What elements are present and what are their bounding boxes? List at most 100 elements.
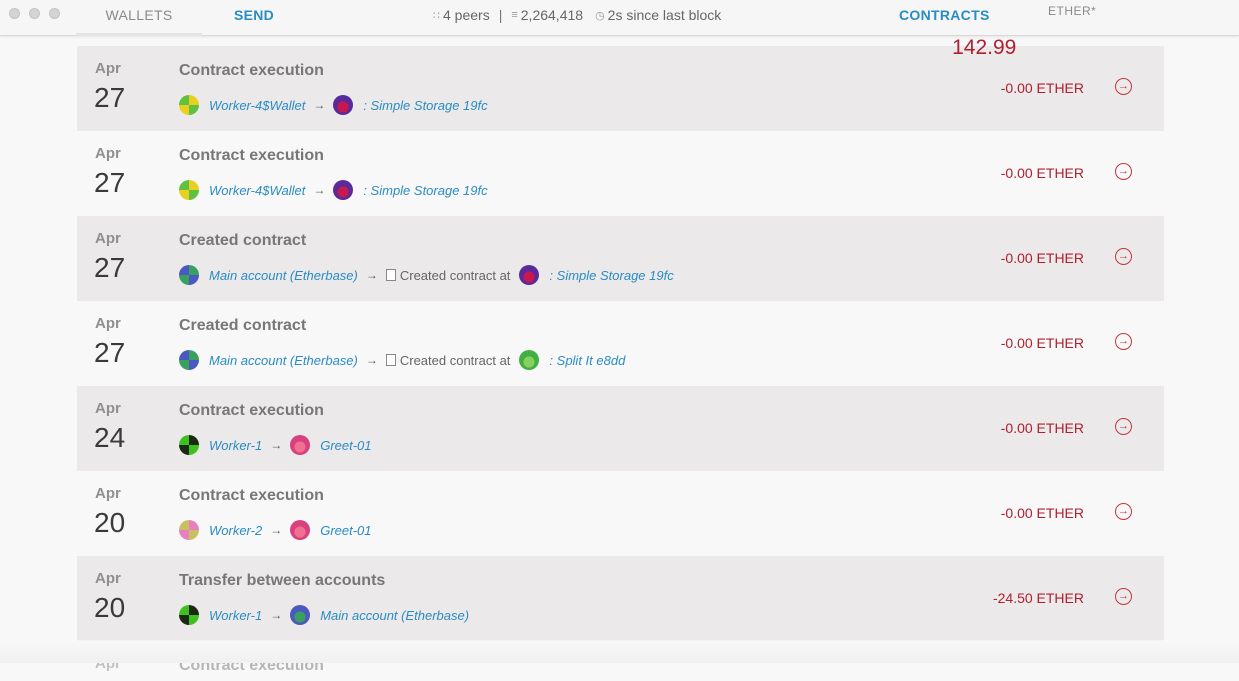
to-identicon xyxy=(333,95,354,115)
date-month: Apr xyxy=(95,485,121,502)
last-block-time: 2s since last block xyxy=(607,7,722,23)
date-day: 27 xyxy=(94,337,126,368)
from-account-link[interactable]: Worker-4$Wallet xyxy=(209,183,305,198)
clock-icon: ◷ xyxy=(595,9,605,22)
transaction-row[interactable]: Apr 20 Transfer between accounts Worker-1 → M… xyxy=(77,556,1164,641)
from-account-link[interactable]: Worker-1 xyxy=(209,438,262,453)
transaction-parties: Worker-2 → Greet-01 xyxy=(179,520,372,540)
created-contract-at: Created contract at xyxy=(385,267,511,283)
peers-count: 4 peers xyxy=(443,7,490,23)
date-month: Apr xyxy=(95,145,121,162)
from-identicon xyxy=(179,435,199,455)
to-account-link[interactable]: : Split It e8dd xyxy=(549,353,625,368)
blocks-icon: ≡ xyxy=(511,9,518,21)
total-balance: 142.99 ETHER* xyxy=(952,2,1097,59)
date-day: 20 xyxy=(94,507,126,538)
date-month: Apr xyxy=(95,400,121,417)
date-day: 27 xyxy=(94,167,126,198)
from-account-link[interactable]: Main account (Etherbase) xyxy=(209,353,358,368)
date-month: Apr xyxy=(95,315,121,332)
date-day: 27 xyxy=(94,252,126,283)
to-identicon xyxy=(333,180,354,200)
to-identicon xyxy=(519,265,540,285)
transaction-parties: Worker-4$Wallet → : Simple Storage 19fc xyxy=(179,180,488,200)
transaction-amount: -0.00 ETHER xyxy=(1000,250,1084,266)
arrow-circle-right-icon[interactable]: → xyxy=(1115,418,1132,435)
arrow-circle-right-icon[interactable]: → xyxy=(1115,163,1132,180)
arrow-circle-right-icon[interactable]: → xyxy=(1115,248,1132,265)
from-account-link[interactable]: Worker-4$Wallet xyxy=(209,98,305,113)
to-identicon xyxy=(519,350,540,370)
to-account-link[interactable]: Greet-01 xyxy=(320,523,371,538)
transaction-parties: Main account (Etherbase) → Created contrac… xyxy=(179,265,674,285)
arrow-circle-right-icon[interactable]: → xyxy=(1115,333,1132,350)
status-divider: | xyxy=(498,7,503,23)
tab-contracts[interactable]: CONTRACTS xyxy=(899,7,990,23)
date-day: 20 xyxy=(94,592,126,623)
arrow-circle-right-icon[interactable]: → xyxy=(1115,588,1132,605)
block-number: 2,264,418 xyxy=(520,7,584,23)
arrow-right-icon: → xyxy=(313,98,326,112)
transaction-list: Apr 27 Contract execution Worker-4$Wallet →:… xyxy=(77,46,1164,681)
balance-amount: 142.99 xyxy=(952,36,1017,59)
date-month: Apr xyxy=(95,60,121,77)
transaction-parties: Worker-1 → Main account (Etherbase) xyxy=(179,605,469,625)
transaction-row[interactable]: Apr 24 Contract execution Worker-1 → Greet-01… xyxy=(77,386,1164,471)
transaction-row[interactable]: Apr 27 Created contract Main account (Ether… xyxy=(77,216,1164,301)
from-account-link[interactable]: Worker-1 xyxy=(209,608,262,623)
created-contract-at: Created contract at xyxy=(385,353,510,368)
arrow-circle-right-icon[interactable]: → xyxy=(1115,503,1132,520)
from-identicon xyxy=(179,95,199,115)
date-month: Apr xyxy=(95,570,121,587)
to-account-link[interactable]: : Simple Storage 19fc xyxy=(363,98,487,113)
to-account-link[interactable]: : Simple Storage 19fc xyxy=(549,268,673,283)
to-identicon xyxy=(290,520,311,540)
transaction-parties: Worker-4$Wallet → : Simple Storage 19fc xyxy=(179,95,488,115)
to-identicon xyxy=(290,605,311,625)
tab-send[interactable]: SEND xyxy=(234,7,274,23)
transaction-row[interactable]: Apr 27 Contract execution Worker-4$Wallet →:… xyxy=(77,131,1164,216)
top-bar: WALLETS SEND ∷ 4 peers | ≡ 2,264,418 ◷ 2… xyxy=(0,0,1239,59)
bottom-fade xyxy=(0,640,1239,663)
to-account-link[interactable]: Main account (Etherbase) xyxy=(320,608,469,623)
peers-icon: ∷ xyxy=(433,9,440,22)
balance-unit: ETHER* xyxy=(1048,4,1097,18)
transaction-title: Created contract xyxy=(179,232,307,249)
from-account-link[interactable]: Worker-2 xyxy=(209,523,262,538)
arrow-circle-right-icon[interactable]: → xyxy=(1115,78,1132,95)
arrow-right-icon: → xyxy=(270,608,283,622)
document-icon xyxy=(385,354,396,366)
transaction-title: Contract execution xyxy=(179,62,324,79)
from-identicon xyxy=(179,350,199,370)
transaction-amount: -0.00 ETHER xyxy=(1000,80,1084,96)
document-icon xyxy=(385,269,396,281)
network-status: ∷ 4 peers | ≡ 2,264,418 ◷ 2s since last … xyxy=(433,7,721,23)
transaction-amount: -0.00 ETHER xyxy=(1000,420,1084,436)
transaction-title: Transfer between accounts xyxy=(179,572,386,589)
arrow-right-icon: → xyxy=(365,353,378,367)
tab-wallets[interactable]: WALLETS xyxy=(76,7,202,36)
created-contract-label: Created contract at xyxy=(399,267,511,283)
arrow-right-icon: → xyxy=(313,183,326,197)
transaction-amount: -24.50 ETHER xyxy=(992,590,1084,606)
transaction-amount: -0.00 ETHER xyxy=(1000,505,1084,521)
to-account-link[interactable]: : Simple Storage 19fc xyxy=(363,183,487,198)
transaction-title: Contract execution xyxy=(179,487,324,504)
from-identicon xyxy=(179,605,199,625)
from-account-link[interactable]: Main account (Etherbase) xyxy=(209,268,358,283)
transaction-row[interactable]: Apr 27 Created contract Main account (Ether… xyxy=(77,301,1164,386)
transaction-title: Contract execution xyxy=(179,402,324,419)
arrow-right-icon: → xyxy=(365,268,378,282)
arrow-right-icon: → xyxy=(270,523,283,537)
window-zoom-button[interactable] xyxy=(49,8,60,19)
date-month: Apr xyxy=(95,230,121,247)
window-minimize-button[interactable] xyxy=(29,8,40,19)
to-account-link[interactable]: Greet-01 xyxy=(320,438,371,453)
date-day: 27 xyxy=(94,82,126,113)
window-close-button[interactable] xyxy=(9,8,20,19)
transaction-parties: Worker-1 → Greet-01 xyxy=(179,435,372,455)
to-identicon xyxy=(290,435,311,455)
from-identicon xyxy=(179,520,199,540)
transaction-parties: Main account (Etherbase) → Created contrac… xyxy=(179,350,625,370)
transaction-row[interactable]: Apr 20 Contract execution Worker-2 → Greet-01… xyxy=(77,471,1164,556)
